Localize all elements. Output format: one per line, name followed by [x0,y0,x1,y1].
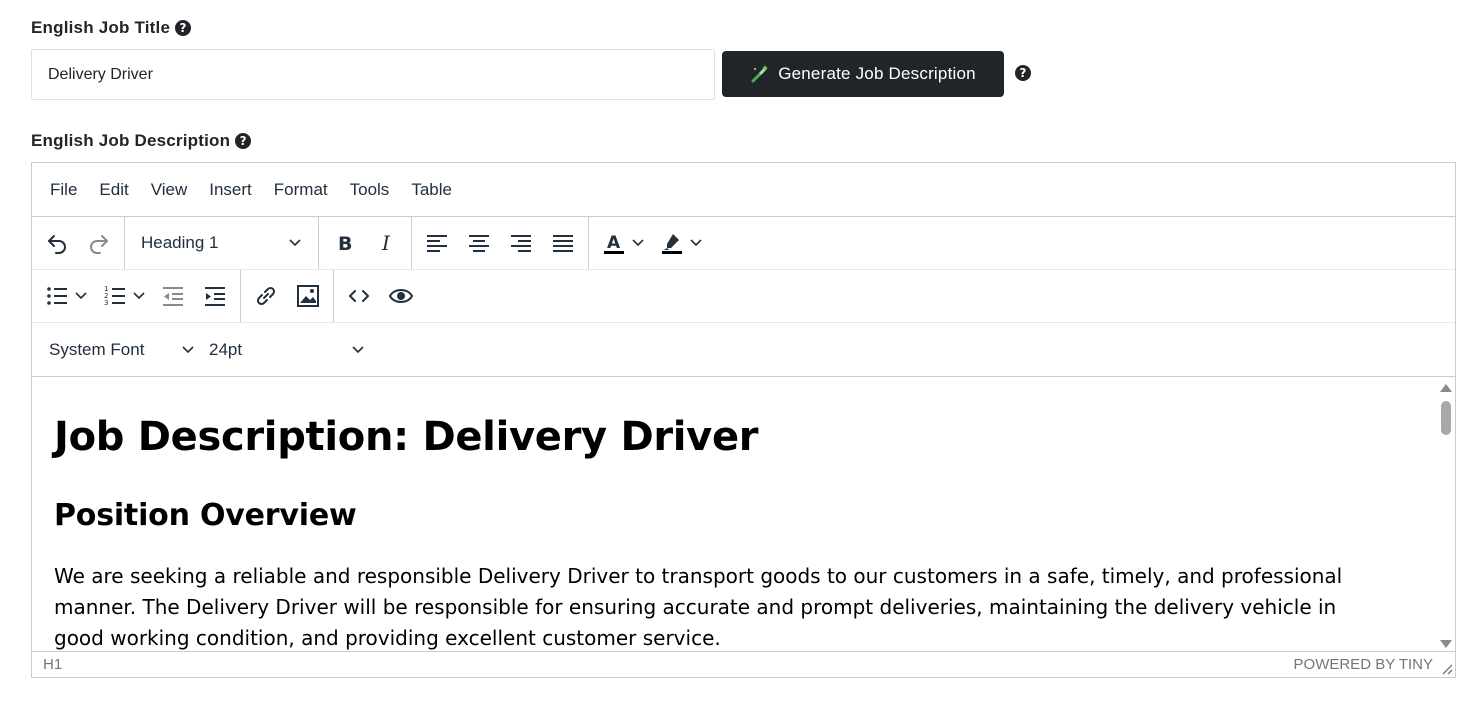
text-color-dropdown[interactable] [629,224,647,262]
scroll-up-arrow-icon[interactable] [1440,384,1452,392]
svg-text:B: B [338,233,352,255]
menu-insert[interactable]: Insert [198,180,263,200]
content-paragraph[interactable]: We are seeking a reliable and responsibl… [54,561,1375,652]
branding-link[interactable]: POWERED BY TINY [1294,656,1433,673]
font-family-value: System Font [49,339,145,359]
align-justify-button[interactable] [542,224,584,262]
list-group: 123 [32,270,241,322]
link-icon [256,286,276,306]
bold-icon: B [338,233,352,255]
editor-statusbar: H1 POWERED BY TINY [32,651,1455,677]
bullet-list-dropdown[interactable] [72,277,90,315]
menu-edit[interactable]: Edit [88,180,139,200]
bullet-list-icon [47,287,67,305]
eye-icon [389,289,413,303]
editor-toolbar-row-2: 123 [32,270,1455,323]
image-button[interactable] [287,277,329,315]
question-circle-icon[interactable]: ? [1015,65,1031,81]
question-circle-icon[interactable]: ? [235,133,252,149]
generate-job-description-button[interactable]: Generate Job Description [722,51,1004,97]
job-title-input[interactable] [31,49,715,100]
rich-text-editor: File Edit View Insert Format Tools Table… [31,162,1456,678]
menu-view[interactable]: View [140,180,199,200]
chevron-down-icon [289,239,301,247]
svg-text:I: I [381,231,391,255]
image-icon [297,285,319,307]
numbered-list-icon: 123 [104,285,125,307]
alignment-group [412,217,589,269]
text-color-icon: A [604,233,624,254]
font-size-select[interactable]: 24pt [207,331,377,369]
svg-text:3: 3 [104,299,108,307]
undo-button[interactable] [36,224,78,262]
align-right-icon [511,235,531,252]
code-icon [349,290,369,302]
insert-group [241,270,334,322]
chevron-down-icon [75,292,87,300]
content-heading-1[interactable]: Job Description: Delivery Driver [54,414,1375,460]
editor-toolbar-row-3: System Font 24pt [32,323,1455,377]
menu-table[interactable]: Table [400,180,463,200]
source-code-button[interactable] [338,277,380,315]
indent-button[interactable] [194,277,236,315]
align-left-icon [427,235,447,252]
job-description-label-text: English Job Description [31,131,231,150]
redo-icon [90,235,108,254]
magic-wand-icon [751,65,769,83]
editor-content-area[interactable]: Job Description: Delivery Driver Positio… [32,378,1455,652]
block-format-select[interactable]: Heading 1 [129,224,314,262]
color-group: A [589,217,713,269]
element-path[interactable]: H1 [43,656,62,673]
align-justify-icon [553,235,573,252]
align-right-button[interactable] [500,224,542,262]
chevron-down-icon [352,345,364,353]
italic-icon: I [381,231,391,255]
scrollbar-thumb[interactable] [1441,401,1451,435]
block-format-value: Heading 1 [141,233,219,252]
job-title-label: English Job Title ? [31,18,192,38]
resize-handle-icon[interactable] [1441,663,1453,675]
align-left-button[interactable] [416,224,458,262]
font-size-value: 24pt [209,339,243,359]
redo-button[interactable] [78,224,120,262]
chevron-down-icon [632,239,644,247]
view-group [334,270,426,322]
align-center-button[interactable] [458,224,500,262]
content-heading-2[interactable]: Position Overview [54,498,1375,533]
editor-toolbar-row-1: Heading 1 B I A [32,217,1455,270]
menu-format[interactable]: Format [263,180,339,200]
menu-file[interactable]: File [39,180,88,200]
chevron-down-icon [182,345,194,353]
job-description-label: English Job Description ? [31,131,252,151]
text-style-group: B I [319,217,412,269]
bold-button[interactable]: B [323,224,365,262]
indent-icon [205,287,225,306]
editor-menubar: File Edit View Insert Format Tools Table [32,163,1455,217]
chevron-down-icon [690,239,702,247]
menu-tools[interactable]: Tools [339,180,401,200]
outdent-button[interactable] [152,277,194,315]
outdent-icon [163,287,183,306]
numbered-list-dropdown[interactable] [130,277,148,315]
block-format-group: Heading 1 [125,217,319,269]
highlight-color-dropdown[interactable] [687,224,705,262]
undo-icon [48,235,66,254]
align-center-icon [469,235,489,252]
scroll-down-arrow-icon[interactable] [1440,640,1452,648]
svg-text:A: A [607,233,621,253]
question-circle-icon[interactable]: ? [175,20,192,36]
italic-button[interactable]: I [365,224,407,262]
history-group [32,217,125,269]
chevron-down-icon [133,292,145,300]
link-button[interactable] [245,277,287,315]
generate-button-label: Generate Job Description [778,64,976,83]
editor-scrollbar[interactable] [1439,382,1453,650]
preview-button[interactable] [380,277,422,315]
job-title-label-text: English Job Title [31,18,171,37]
highlighter-icon [662,234,682,254]
font-family-select[interactable]: System Font [32,331,207,369]
